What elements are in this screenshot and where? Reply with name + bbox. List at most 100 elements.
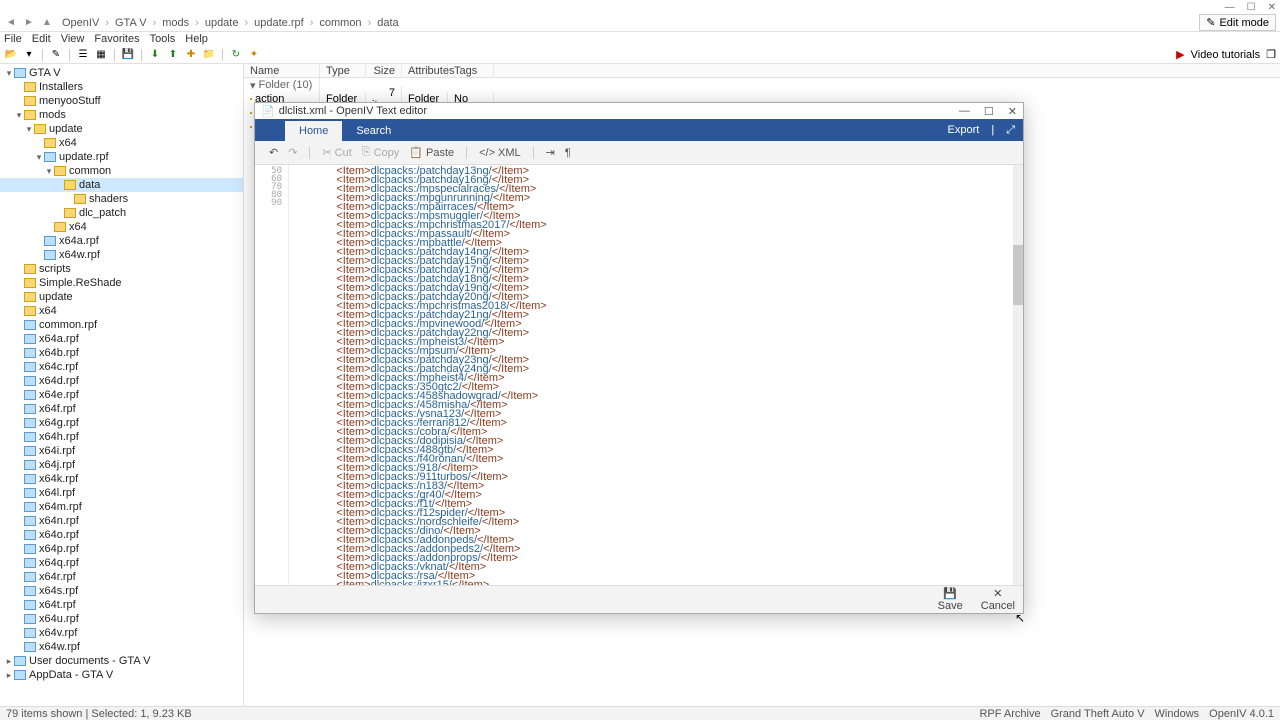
tree-item[interactable]: x64q.rpf	[0, 556, 243, 570]
add-icon[interactable]: ✚	[184, 48, 198, 62]
col-attributes[interactable]: Attributes	[402, 64, 448, 77]
youtube-icon[interactable]: ▶	[1176, 48, 1184, 61]
column-headers[interactable]: Name Type Size Attributes Tags	[244, 64, 1280, 78]
import-icon[interactable]: ⬆	[166, 48, 180, 62]
menu-file[interactable]: File	[4, 33, 22, 45]
window-close[interactable]: ✕	[1268, 2, 1276, 13]
tree-item[interactable]: x64d.rpf	[0, 374, 243, 388]
expand-icon[interactable]: ▾	[44, 166, 54, 177]
undo-button[interactable]: ↶	[269, 146, 278, 159]
tree-item[interactable]: dlc_patch	[0, 206, 243, 220]
menu-favorites[interactable]: Favorites	[94, 33, 139, 45]
plugin-icon[interactable]: ✦	[247, 48, 261, 62]
menu-bar[interactable]: FileEditViewFavoritesToolsHelp	[0, 32, 1280, 46]
grid-icon[interactable]: ▦	[94, 48, 108, 62]
expand-icon[interactable]: ⤢	[1006, 124, 1015, 137]
editor-scrollbar[interactable]	[1013, 165, 1023, 585]
menu-help[interactable]: Help	[185, 33, 208, 45]
tree-item[interactable]: x64k.rpf	[0, 472, 243, 486]
tree-item[interactable]: x64p.rpf	[0, 542, 243, 556]
paragraph-icon[interactable]: ¶	[565, 147, 571, 159]
crumb-common[interactable]: common	[319, 17, 361, 29]
tree-item[interactable]: Simple.ReShade	[0, 276, 243, 290]
editor-minimize[interactable]: —	[959, 105, 970, 118]
export-icon[interactable]: ⬇	[148, 48, 162, 62]
expand-icon[interactable]: ▾	[4, 68, 14, 79]
code-area[interactable]: <Item>dlcpacks:/patchday13ng/</Item> <It…	[289, 165, 1023, 585]
nav-back-icon[interactable]: ◄	[4, 16, 18, 30]
menu-edit[interactable]: Edit	[32, 33, 51, 45]
edit-mode-toggle[interactable]: ✎ Edit mode	[1199, 14, 1276, 31]
editor-maximize[interactable]: ☐	[984, 105, 994, 118]
col-tags[interactable]: Tags	[448, 64, 494, 77]
tree-item[interactable]: scripts	[0, 262, 243, 276]
tree-item[interactable]: ▾common	[0, 164, 243, 178]
expand-icon[interactable]: ▸	[4, 656, 14, 667]
tree-item[interactable]: ▾mods	[0, 108, 243, 122]
crumb-mods[interactable]: mods	[162, 17, 189, 29]
tab-home[interactable]: Home	[285, 121, 342, 141]
crumb-update.rpf[interactable]: update.rpf	[254, 17, 304, 29]
expand-icon[interactable]: ▸	[4, 670, 14, 681]
tree-item[interactable]: x64u.rpf	[0, 612, 243, 626]
crumb-openiv[interactable]: OpenIV	[62, 17, 99, 29]
tree-item[interactable]: ▾GTA V	[0, 66, 243, 80]
tree-item[interactable]: x64s.rpf	[0, 584, 243, 598]
chevron-down-icon[interactable]: ▾	[250, 79, 256, 92]
crumb-update[interactable]: update	[205, 17, 239, 29]
tree-item[interactable]: x64g.rpf	[0, 416, 243, 430]
edit-icon[interactable]: ✎	[49, 48, 63, 62]
tree-item[interactable]: x64l.rpf	[0, 486, 243, 500]
tree-item[interactable]: update	[0, 290, 243, 304]
tree-item[interactable]: x64h.rpf	[0, 430, 243, 444]
col-type[interactable]: Type	[320, 64, 366, 77]
tree-item[interactable]: x64n.rpf	[0, 514, 243, 528]
tree-item[interactable]: x64r.rpf	[0, 570, 243, 584]
editor-body[interactable]: 50 60 70 80 90 <Item>dlcpacks:/patchday1…	[255, 165, 1023, 585]
refresh-icon[interactable]: ↻	[229, 48, 243, 62]
expand-icon[interactable]: ▾	[14, 110, 24, 121]
export-button[interactable]: Export	[948, 124, 980, 136]
nav-forward-icon[interactable]: ►	[22, 16, 36, 30]
editor-close[interactable]: ✕	[1008, 105, 1017, 118]
tree-item[interactable]: ▸AppData - GTA V	[0, 668, 243, 682]
tree-item[interactable]: x64	[0, 136, 243, 150]
tree-item[interactable]: menyooStuff	[0, 94, 243, 108]
expand-icon[interactable]: ▾	[24, 124, 34, 135]
tree-item[interactable]: ▾update	[0, 122, 243, 136]
tree-item[interactable]: x64a.rpf	[0, 332, 243, 346]
tree-item[interactable]: x64w.rpf	[0, 248, 243, 262]
tree-item[interactable]: x64t.rpf	[0, 598, 243, 612]
window-minimize[interactable]: —	[1225, 2, 1235, 13]
tree-item[interactable]: x64o.rpf	[0, 528, 243, 542]
save-button[interactable]: 💾 Save	[938, 587, 963, 612]
redo-button[interactable]: ↷	[288, 146, 297, 159]
save-all-icon[interactable]: 💾	[121, 48, 135, 62]
tree-item[interactable]: ▾update.rpf	[0, 150, 243, 164]
tree-item[interactable]: x64b.rpf	[0, 346, 243, 360]
xml-button[interactable]: </> XML	[479, 147, 521, 159]
tree-item[interactable]: data	[0, 178, 243, 192]
cut-button[interactable]: ✂ Cut	[322, 146, 351, 159]
cancel-button[interactable]: ✕ Cancel	[981, 587, 1015, 612]
tree-item[interactable]: x64j.rpf	[0, 458, 243, 472]
tree-item[interactable]: Installers	[0, 80, 243, 94]
crumb-data[interactable]: data	[377, 17, 398, 29]
tree-item[interactable]: x64v.rpf	[0, 626, 243, 640]
scroll-thumb[interactable]	[1013, 245, 1023, 305]
breadcrumb[interactable]: OpenIV›GTA V›mods›update›update.rpf›comm…	[62, 17, 399, 29]
new-icon[interactable]: ▾	[22, 48, 36, 62]
view-toggle-icon[interactable]: ❐	[1266, 48, 1276, 61]
open-icon[interactable]: 📂	[4, 48, 18, 62]
tree-item[interactable]: x64	[0, 304, 243, 318]
tree-item[interactable]: x64c.rpf	[0, 360, 243, 374]
tree-item[interactable]: x64	[0, 220, 243, 234]
tree-item[interactable]: x64a.rpf	[0, 234, 243, 248]
video-tutorials-link[interactable]: Video tutorials	[1191, 49, 1261, 61]
folder-add-icon[interactable]: 📁	[202, 48, 216, 62]
tree-item[interactable]: shaders	[0, 192, 243, 206]
nav-up-icon[interactable]: ▲	[40, 16, 54, 30]
folder-tree[interactable]: ▾GTA VInstallersmenyooStuff▾mods▾updatex…	[0, 64, 244, 712]
list-icon[interactable]: ☰	[76, 48, 90, 62]
editor-titlebar[interactable]: 📄 dlclist.xml - OpenIV Text editor — ☐ ✕	[255, 103, 1023, 119]
